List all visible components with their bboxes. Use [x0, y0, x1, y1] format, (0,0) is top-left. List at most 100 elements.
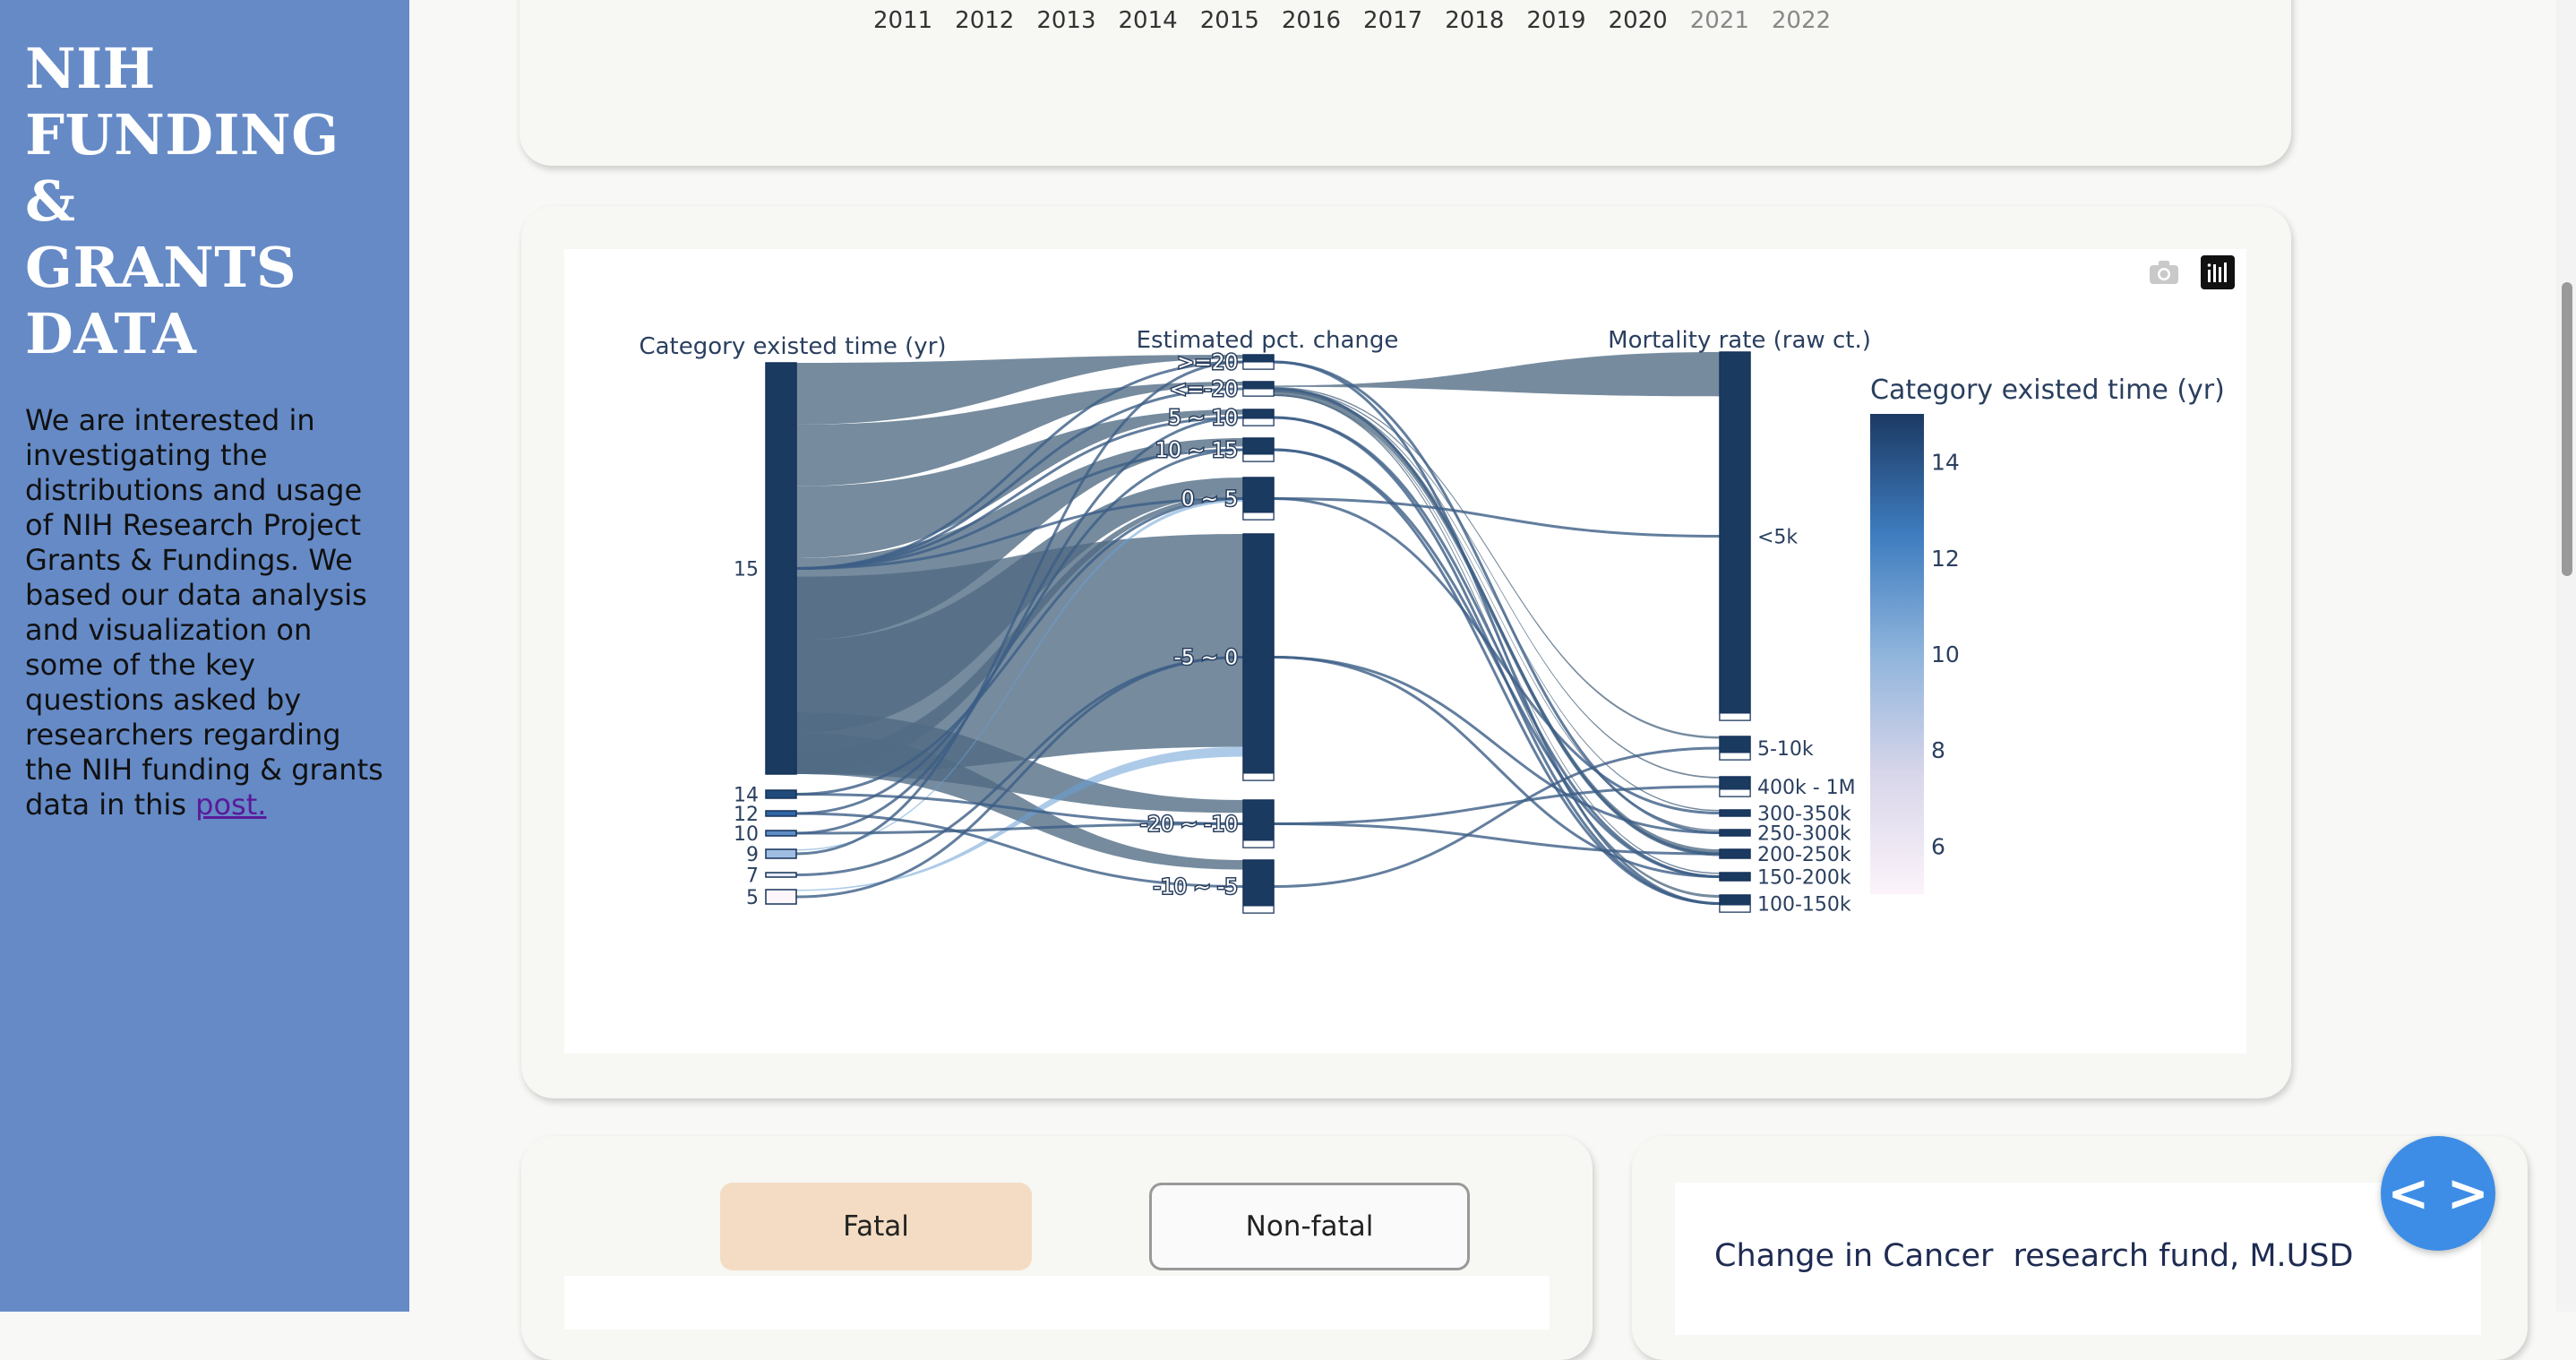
- category-label: 10: [734, 823, 759, 846]
- category-bar: [765, 362, 797, 775]
- category-bar: [1242, 859, 1275, 914]
- colorbar-title: Category existed time (yr): [1870, 374, 2225, 406]
- parcats-svg: Category existed time (yr)15141210975Est…: [639, 327, 2225, 917]
- category-bar: [1719, 848, 1751, 859]
- category-label: -5 ~ 0: [1174, 647, 1238, 670]
- axis-title: Mortality rate (raw ct.): [1608, 327, 1871, 354]
- flow-ribbon: [1274, 391, 1720, 831]
- flow-ribbon: [1274, 352, 1720, 397]
- category-bar-remainder: [1242, 453, 1275, 462]
- category-label: 5: [746, 887, 759, 909]
- category-label: 0 ~ 5: [1181, 488, 1238, 512]
- title-line: DATA: [25, 301, 197, 366]
- category-label: -20 ~ -10: [1140, 813, 1238, 837]
- colorbar: [1870, 414, 1924, 894]
- colorbar-tick: 10: [1931, 641, 1960, 667]
- category-bar-remainder: [1719, 788, 1751, 797]
- category-bar: [765, 789, 797, 799]
- axis-title: Estimated pct. change: [1137, 327, 1399, 354]
- flow-line: [1273, 387, 1721, 856]
- flow-line: [1273, 656, 1721, 878]
- category-bar-remainder: [1242, 905, 1275, 914]
- category-label: <5k: [1757, 527, 1798, 549]
- year-label: 2018: [1445, 7, 1505, 34]
- axis-title: Category existed time (yr): [639, 333, 946, 360]
- year-label: 2015: [1199, 7, 1259, 34]
- category-bar: [1719, 872, 1751, 882]
- scrollbar[interactable]: [2556, 0, 2576, 1312]
- colorbar-tick: 6: [1931, 833, 1945, 859]
- flow-line: [1273, 416, 1721, 905]
- flow-ribbon: [1274, 386, 1720, 739]
- year-axis: 2011 2012 2013 2014 2015 2016 2017 2018 2019 2020…: [873, 7, 1853, 34]
- colorbar-tick: 8: [1931, 737, 1945, 763]
- category-bar-remainder: [1242, 512, 1275, 521]
- category-bar-remainder: [1719, 904, 1751, 913]
- category-label: 150-200k: [1757, 867, 1851, 890]
- category-bar-remainder: [1242, 361, 1275, 370]
- category-label: 9: [746, 844, 759, 866]
- category-bar: [765, 810, 797, 817]
- chart-title: Change in Cancer research fund, M.USD: [1714, 1238, 2354, 1274]
- category-bar: [765, 830, 797, 837]
- category-bar: [1242, 533, 1275, 781]
- category-label: <=-20: [1170, 378, 1238, 401]
- category-bar: [765, 889, 797, 905]
- year-label: 2022: [1771, 7, 1832, 34]
- category-bar: [1719, 809, 1751, 817]
- year-label: 2014: [1118, 7, 1178, 34]
- sidebar: NIH FUNDING & GRANTS DATA We are interes…: [0, 0, 409, 1312]
- flow-line: [1273, 497, 1721, 538]
- category-bar: [765, 872, 797, 878]
- colorbar-tick: 12: [1931, 546, 1960, 572]
- category-label: 5-10k: [1757, 738, 1814, 761]
- page-title: NIH FUNDING & GRANTS DATA: [25, 36, 383, 367]
- category-bar-remainder: [1242, 388, 1275, 397]
- year-label: 2017: [1363, 7, 1423, 34]
- post-link[interactable]: post.: [195, 788, 266, 822]
- code-toggle-button[interactable]: < >: [2381, 1136, 2495, 1251]
- nonfatal-button[interactable]: Non-fatal: [1149, 1183, 1470, 1270]
- category-bar: [1719, 351, 1751, 721]
- category-bar-remainder: [1719, 712, 1751, 721]
- category-label: 200-250k: [1757, 844, 1851, 866]
- category-label: 7: [746, 865, 759, 888]
- title-line: GRANTS: [25, 235, 297, 300]
- intro-text: We are interested in investigating the d…: [25, 403, 383, 822]
- code-icon: < >: [2387, 1164, 2489, 1223]
- category-bar: [765, 848, 797, 859]
- category-bar: [1719, 829, 1751, 837]
- category-label: 250-300k: [1757, 823, 1851, 846]
- category-label: 400k - 1M: [1757, 777, 1856, 799]
- year-label: 2013: [1036, 7, 1096, 34]
- flow-ribbon: [1274, 388, 1720, 779]
- category-bar-remainder: [1242, 839, 1275, 848]
- year-label: 2020: [1608, 7, 1668, 34]
- year-label: 2011: [873, 7, 933, 34]
- category-label: 10 ~ 15: [1155, 439, 1238, 462]
- year-label: 2019: [1526, 7, 1586, 34]
- category-bar-remainder: [1719, 752, 1751, 761]
- title-line: NIH: [25, 36, 156, 101]
- title-line: FUNDING &: [25, 102, 339, 234]
- year-label: 2012: [955, 7, 1015, 34]
- category-bar-remainder: [1242, 417, 1275, 426]
- year-label: 2016: [1281, 7, 1342, 34]
- category-label: 15: [734, 559, 759, 581]
- fatal-button[interactable]: Fatal: [720, 1183, 1032, 1270]
- parcats-plot: Category existed time (yr) 15 14 12 10 9 7 5 Est…: [564, 249, 2246, 1054]
- year-label: 2021: [1689, 7, 1749, 34]
- scrollbar-thumb[interactable]: [2562, 282, 2572, 576]
- flow-line: [1273, 416, 1721, 878]
- category-label: >=20: [1177, 351, 1238, 374]
- category-label: 5 ~ 10: [1168, 407, 1238, 430]
- category-bar-remainder: [1242, 772, 1275, 781]
- category-label: 100-150k: [1757, 894, 1851, 917]
- intro-paragraph: We are interested in investigating the d…: [25, 403, 383, 822]
- category-label: -10 ~ -5: [1154, 876, 1238, 899]
- chart-panel: [564, 1276, 1550, 1330]
- colorbar-tick: 14: [1931, 450, 1960, 476]
- camera-icon[interactable]: [2146, 254, 2182, 290]
- plotly-logo-icon[interactable]: [2200, 254, 2236, 290]
- plot-toolbar: [2146, 254, 2236, 290]
